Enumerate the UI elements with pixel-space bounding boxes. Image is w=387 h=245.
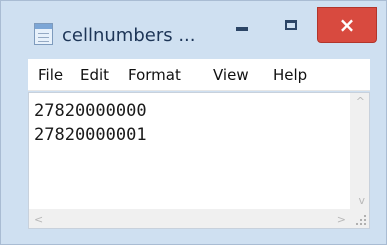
maximize-icon <box>285 20 297 30</box>
horizontal-scrollbar[interactable]: < > <box>29 209 351 228</box>
minimize-button[interactable] <box>224 10 260 42</box>
resize-grip-icon <box>356 215 366 225</box>
menu-help[interactable]: Help <box>273 64 307 86</box>
window-title: cellnumbers ... <box>62 25 196 46</box>
text-area[interactable]: 27820000000 27820000001 <box>29 93 351 210</box>
menu-format[interactable]: Format <box>128 64 181 86</box>
minimize-icon <box>236 27 248 31</box>
vertical-scrollbar[interactable]: ^ v <box>350 93 369 210</box>
menu-edit[interactable]: Edit <box>80 64 109 86</box>
close-icon: × <box>338 13 356 37</box>
notepad-window: cellnumbers ... × File Edit Format View … <box>0 0 387 245</box>
text-line: 27820000001 <box>34 125 147 145</box>
scroll-right-icon[interactable]: > <box>337 214 346 225</box>
menu-view[interactable]: View <box>213 64 249 86</box>
text-editor[interactable]: 27820000000 27820000001 ^ v < > <box>28 92 370 229</box>
title-bar[interactable]: cellnumbers ... × <box>1 1 386 59</box>
maximize-button[interactable] <box>273 10 309 42</box>
resize-grip[interactable] <box>350 209 369 228</box>
menu-file[interactable]: File <box>38 64 63 86</box>
close-button[interactable]: × <box>317 7 377 43</box>
text-line: 27820000000 <box>34 101 147 121</box>
notepad-icon[interactable] <box>34 23 53 45</box>
scroll-down-icon[interactable]: v <box>358 195 365 206</box>
scroll-up-icon[interactable]: ^ <box>356 96 365 107</box>
scroll-left-icon[interactable]: < <box>34 214 43 225</box>
menu-bar: File Edit Format View Help <box>28 59 370 91</box>
